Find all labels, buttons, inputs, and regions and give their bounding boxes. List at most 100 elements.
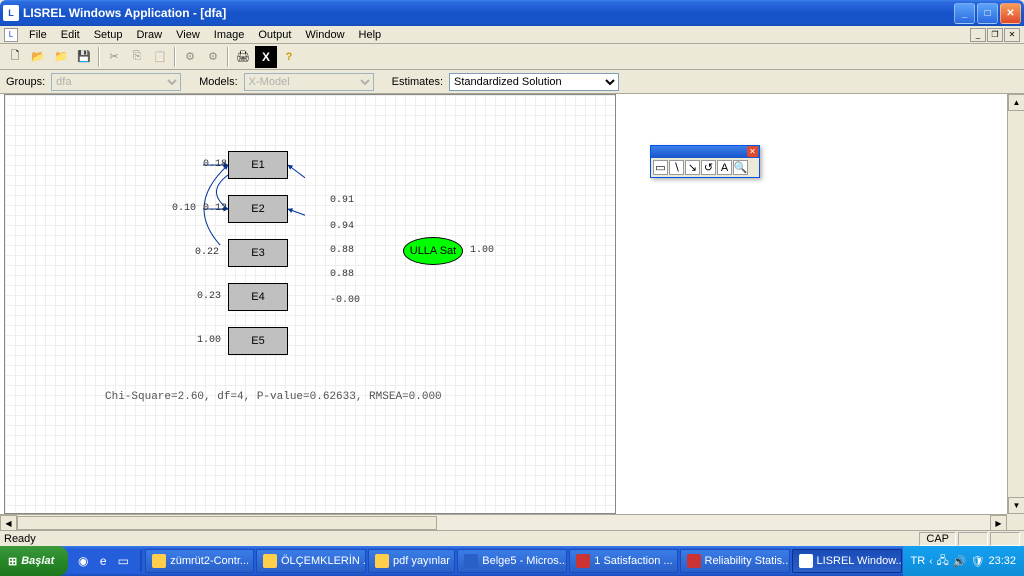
groups-select[interactable]: dfa [51, 73, 181, 91]
vertical-scrollbar[interactable]: ▲ ▼ [1007, 94, 1024, 514]
clock-text[interactable]: 23:32 [988, 555, 1016, 567]
ql-chrome-icon[interactable]: ◉ [74, 550, 92, 572]
document-icon[interactable]: L [4, 28, 18, 42]
draw-line-button[interactable]: ∖ [669, 160, 684, 175]
mdi-minimize-button[interactable]: _ [970, 28, 986, 42]
start-button[interactable]: ⊞ Başlat [0, 546, 68, 576]
taskbar-task[interactable]: pdf yayınlar [368, 549, 455, 573]
tool-icon: ⚙ [208, 50, 218, 63]
tray-icon[interactable]: ‹ [929, 556, 932, 567]
help-icon: ? [286, 51, 293, 63]
pdf-icon [576, 554, 590, 568]
observed-box-e1[interactable]: E1 [228, 151, 288, 179]
scroll-down-button[interactable]: ▼ [1008, 497, 1024, 514]
draw-curve-button[interactable]: ↺ [701, 160, 716, 175]
taskbar-task[interactable]: Belge5 - Micros... [457, 549, 567, 573]
tool-a-button: ⚙ [179, 46, 201, 68]
drawing-toolbar-titlebar[interactable]: ✕ [651, 146, 759, 158]
scroll-up-button[interactable]: ▲ [1008, 94, 1024, 111]
error-value: 0.18 [203, 159, 227, 170]
menu-edit[interactable]: Edit [54, 28, 87, 42]
ql-desktop-icon[interactable]: ▭ [114, 550, 132, 572]
open-button[interactable]: 📂 [27, 46, 49, 68]
taskbar-separator [140, 550, 142, 572]
draw-arrow-button[interactable]: ↘ [685, 160, 700, 175]
draw-text-button[interactable]: A [717, 160, 732, 175]
tray-volume-icon[interactable]: 🔊 [953, 555, 967, 568]
print-button[interactable]: 🖨 [232, 46, 254, 68]
new-button[interactable]: 🗋 [4, 46, 26, 68]
observed-box-e2[interactable]: E2 [228, 195, 288, 223]
cut-button: ✂ [103, 46, 125, 68]
observed-box-e5[interactable]: E5 [228, 327, 288, 355]
estimates-select[interactable]: Standardized Solution [449, 73, 619, 91]
taskbar-task[interactable]: ÖLÇEMKLERİN ... [256, 549, 366, 573]
box-label: E2 [251, 203, 264, 215]
taskbar-task[interactable]: 1 Satisfaction ... [569, 549, 677, 573]
menu-setup[interactable]: Setup [87, 28, 130, 42]
scroll-left-button[interactable]: ◀ [0, 515, 17, 531]
close-button[interactable]: ✕ [1000, 3, 1021, 24]
selector-bar: Groups: dfa Models: X-Model Estimates: S… [0, 70, 1024, 94]
menu-help[interactable]: Help [352, 28, 389, 42]
task-label: Reliability Statis... [705, 555, 790, 567]
tool-b-button: ⚙ [202, 46, 224, 68]
tray-network-icon[interactable]: 🖧 [937, 552, 949, 571]
taskbar-task-active[interactable]: LISREL Window... [792, 549, 902, 573]
menu-image[interactable]: Image [207, 28, 252, 42]
title-bar: L LISREL Windows Application - [dfa] _ □… [0, 0, 1024, 26]
import-button[interactable]: 📁 [50, 46, 72, 68]
task-label: ÖLÇEMKLERİN ... [281, 555, 366, 567]
observed-box-e4[interactable]: E4 [228, 283, 288, 311]
cut-icon: ✂ [109, 50, 118, 63]
observed-box-e3[interactable]: E3 [228, 239, 288, 267]
scroll-thumb[interactable] [17, 516, 437, 530]
language-indicator[interactable]: TR [911, 555, 926, 567]
folder-icon [263, 554, 277, 568]
latent-label: ULLA Sat [410, 245, 456, 257]
task-label: pdf yayınlar [393, 555, 450, 567]
tray-shield-icon[interactable]: 🛡 [971, 555, 985, 568]
error-value: 0.12 [203, 203, 227, 214]
error-value: 1.00 [197, 335, 221, 346]
status-bar: Ready CAP [0, 530, 1024, 546]
taskbar-task[interactable]: Reliability Statis... [680, 549, 790, 573]
curve-icon: ↺ [704, 161, 713, 174]
menu-draw[interactable]: Draw [129, 28, 169, 42]
menu-output[interactable]: Output [251, 28, 298, 42]
task-label: LISREL Window... [817, 555, 902, 567]
scroll-right-button[interactable]: ▶ [990, 515, 1007, 531]
fit-statistics-text: Chi-Square=2.60, df=4, P-value=0.62633, … [105, 391, 442, 403]
help-button[interactable]: ? [278, 46, 300, 68]
mode-x-button[interactable]: X [255, 46, 277, 68]
minimize-button[interactable]: _ [954, 3, 975, 24]
mdi-close-button[interactable]: ✕ [1004, 28, 1020, 42]
covariance-value: 0.10 [172, 203, 196, 214]
menu-file[interactable]: File [22, 28, 54, 42]
save-button[interactable]: 💾 [73, 46, 95, 68]
zoom-button[interactable]: 🔍 [733, 160, 748, 175]
box-label: E1 [251, 159, 264, 171]
diagram-canvas[interactable]: E1 E2 E3 E4 E5 ULLA Sat 0.91 0.94 0.88 0… [4, 94, 616, 514]
models-select[interactable]: X-Model [244, 73, 374, 91]
mdi-restore-button[interactable]: ❐ [987, 28, 1003, 42]
folder-icon [152, 554, 166, 568]
tool-icon: ⚙ [185, 50, 195, 63]
ql-ie-icon[interactable]: e [94, 550, 112, 572]
drawing-toolbar-close-button[interactable]: ✕ [747, 146, 758, 157]
system-tray[interactable]: TR ‹ 🖧 🔊 🛡 23:32 [903, 546, 1024, 576]
drawing-toolbar[interactable]: ✕ ▭ ∖ ↘ ↺ A 🔍 [650, 145, 760, 178]
menu-view[interactable]: View [169, 28, 207, 42]
taskbar-task[interactable]: zümrüt2-Contr... [145, 549, 254, 573]
estimates-label: Estimates: [392, 76, 443, 88]
latent-ellipse[interactable]: ULLA Sat [403, 237, 463, 265]
menu-window[interactable]: Window [298, 28, 351, 42]
scroll-track[interactable] [17, 515, 990, 530]
app-icon: L [3, 5, 19, 21]
maximize-button[interactable]: □ [977, 3, 998, 24]
spss-icon [687, 554, 701, 568]
draw-rect-button[interactable]: ▭ [653, 160, 668, 175]
workspace: E1 E2 E3 E4 E5 ULLA Sat 0.91 0.94 0.88 0… [0, 94, 1024, 514]
toolbar: 🗋 📂 📁 💾 ✂ ⎘ 📋 ⚙ ⚙ 🖨 X ? [0, 44, 1024, 70]
horizontal-scrollbar[interactable]: ◀ ▶ [0, 514, 1007, 530]
